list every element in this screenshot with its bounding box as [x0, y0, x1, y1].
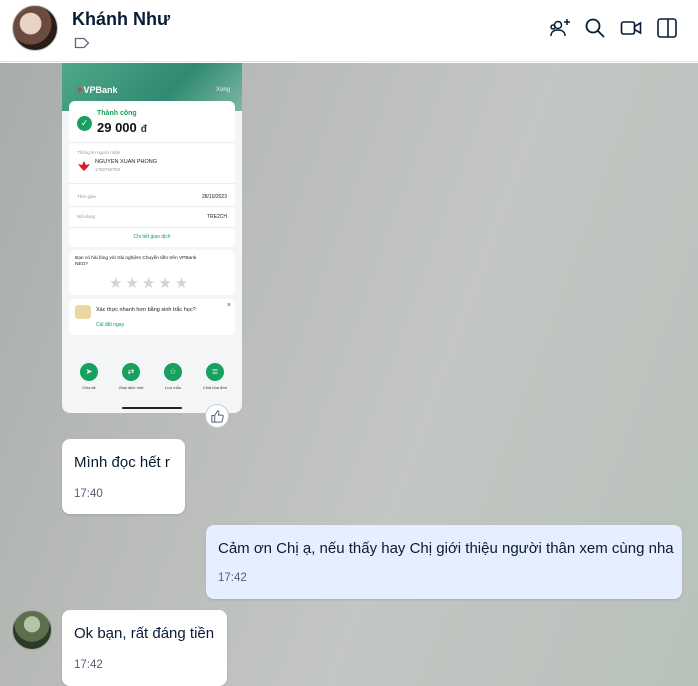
message-time: 17:42 [218, 572, 247, 584]
sidebar-toggle-icon[interactable] [655, 16, 679, 40]
star-icon: ☆ [164, 363, 182, 381]
add-member-icon[interactable] [548, 16, 572, 40]
action-save-template: ☆ Lưu mẫu [153, 363, 193, 390]
rating-stars: ★★★★★ [109, 275, 192, 292]
success-check-icon: ✓ [77, 116, 92, 131]
message-bubble-received[interactable]: Ok bạn, rất đáng tiền 17:42 [62, 610, 227, 686]
biometric-icon [75, 305, 91, 319]
biometric-setup-link: Cài đặt ngay [96, 322, 125, 328]
send-icon: ➤ [80, 363, 98, 381]
search-icon[interactable] [583, 16, 607, 40]
time-label: Thời gian [77, 194, 96, 199]
receipt-actions: ➤ Chia sẻ ⇄ Giao dịch mới ☆ Lưu mẫu ≣ Ch… [62, 363, 242, 403]
close-icon: × [226, 302, 231, 309]
reaction-button[interactable] [205, 404, 229, 428]
message-text: Ok bạn, rất đáng tiền [74, 625, 215, 642]
biometric-card: Xác thực nhanh hơn bằng sinh trắc học? C… [69, 299, 235, 335]
biometric-question: Xác thực nhanh hơn bằng sinh trắc học? [96, 307, 196, 313]
message-bubble-sent[interactable]: Cảm ơn Chị ạ, nếu thấy hay Chị giới thiệ… [206, 525, 682, 599]
video-call-icon[interactable] [619, 16, 643, 40]
receipt-status: Thành công [97, 110, 137, 117]
message-bubble-received[interactable]: Mình đọc hết r 17:40 [62, 439, 185, 514]
tag-icon[interactable] [74, 37, 90, 49]
vpbank-logo: ✦VPBank [76, 85, 118, 95]
divider [69, 227, 235, 228]
bill-icon: ≣ [206, 363, 224, 381]
recipient-account: 1750758793 [95, 167, 121, 172]
home-indicator [122, 407, 182, 409]
message-time: 17:42 [74, 659, 103, 671]
chat-header: Khánh Như [0, 0, 698, 62]
transaction-detail-link: Chi tiết giao dịch [133, 234, 171, 240]
thumbs-up-icon [211, 410, 224, 423]
survey-question: Bạn có hài lòng với trải nghiệm Chuyển t… [75, 256, 197, 267]
sender-avatar[interactable] [12, 610, 52, 650]
chat-area: ✦VPBank Xong ✓ Thành công 29 000 đ Thông … [0, 63, 698, 686]
divider [69, 206, 235, 207]
message-text: Mình đọc hết r [74, 454, 170, 471]
swap-icon: ⇄ [122, 363, 140, 381]
action-share: ➤ Chia sẻ [69, 363, 109, 390]
message-text: Cảm ơn Chị ạ, nếu thấy hay Chị giới thiệ… [218, 540, 674, 557]
survey-card: Bạn có hài lòng với trải nghiệm Chuyển t… [69, 250, 235, 295]
receipt-card: ✓ Thành công 29 000 đ Thông tin người nhậ… [69, 101, 235, 247]
receipt-close-label: Xong [215, 87, 230, 93]
divider [69, 183, 235, 184]
recipient-name: NGUYEN XUAN PHONG [95, 159, 158, 165]
message-time: 17:40 [74, 488, 103, 500]
time-value: 28/10/2023 [201, 194, 227, 200]
recipient-section-label: Thông tin người nhận [77, 150, 121, 155]
action-new-transaction: ⇄ Giao dịch mới [111, 363, 151, 390]
receipt-amount: 29 000 đ [97, 120, 147, 135]
contact-avatar[interactable] [12, 5, 58, 51]
image-message-receipt[interactable]: ✦VPBank Xong ✓ Thành công 29 000 đ Thông … [62, 63, 242, 413]
action-split-bill: ≣ Chia hóa đơn [195, 363, 235, 390]
contact-name[interactable]: Khánh Như [72, 9, 170, 30]
bank-logo-icon [78, 161, 90, 171]
divider [69, 142, 235, 143]
content-value: TRE2CH [206, 214, 227, 220]
content-label: Nội dung [77, 214, 96, 219]
